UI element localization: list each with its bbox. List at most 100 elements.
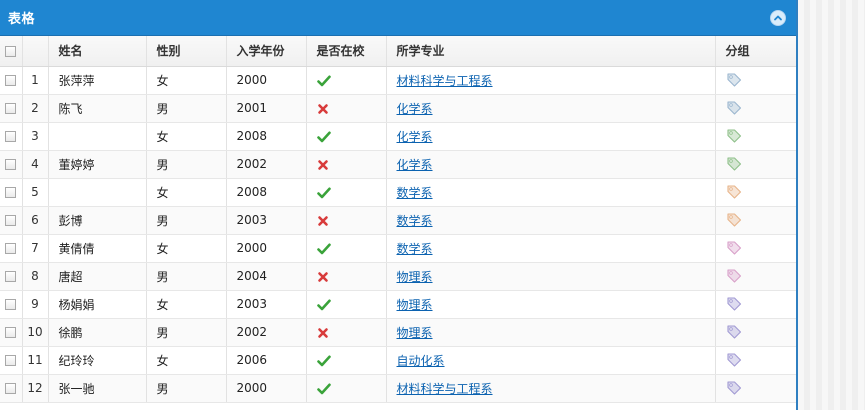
major-link[interactable]: 物理系 [397,270,433,284]
header-year[interactable]: 入学年份 [226,36,307,67]
rownum-header [22,36,49,67]
check-icon [316,75,331,87]
tag-icon[interactable] [726,240,742,256]
row-number: 9 [22,290,49,319]
tag-icon[interactable] [726,324,742,340]
row-select-cell[interactable] [0,234,23,263]
cell-name: 徐鹏 [48,318,147,347]
cell-name: 陈飞 [48,94,147,123]
major-link[interactable]: 数学系 [397,214,433,228]
row-number: 7 [22,234,49,263]
table-header-row: 姓名 性别 入学年份 是否在校 所学专业 分组 [0,36,796,67]
row-number: 4 [22,150,49,179]
row-select-cell[interactable] [0,150,23,179]
row-select-cell[interactable] [0,374,23,403]
cell-gender: 男 [146,262,227,291]
table-row[interactable]: 9 杨娟娟女 2003 物理系 [0,290,796,319]
row-select-cell[interactable] [0,318,23,347]
select-all-header[interactable] [0,36,23,67]
major-link[interactable]: 自动化系 [397,354,445,368]
row-checkbox[interactable] [5,215,17,226]
tag-icon[interactable] [726,296,742,312]
tag-icon[interactable] [726,212,742,228]
table-row[interactable]: 8 唐超男 2004 物理系 [0,262,796,291]
cell-in-school [306,122,387,151]
cell-group [715,374,796,403]
row-checkbox[interactable] [5,299,17,310]
major-link[interactable]: 材料科学与工程系 [397,382,493,396]
table-row[interactable]: 3 女 2008 化学系 [0,122,796,151]
cell-year: 2008 [226,178,307,207]
tag-icon[interactable] [726,72,742,88]
cell-name: 杨娟娟 [48,290,147,319]
major-link[interactable]: 材料科学与工程系 [397,74,493,88]
cell-in-school [306,262,387,291]
row-checkbox[interactable] [5,271,17,282]
cell-group [715,234,796,263]
row-select-cell[interactable] [0,122,23,151]
major-link[interactable]: 化学系 [397,158,433,172]
tag-icon[interactable] [726,380,742,396]
select-all-checkbox[interactable] [5,45,17,57]
major-link[interactable]: 物理系 [397,298,433,312]
row-select-cell[interactable] [0,178,23,207]
cell-year: 2000 [226,66,307,95]
row-select-cell[interactable] [0,290,23,319]
major-link[interactable]: 数学系 [397,242,433,256]
check-icon [316,187,331,199]
cell-in-school [306,178,387,207]
row-checkbox[interactable] [5,243,17,254]
cell-year: 2003 [226,206,307,235]
major-link[interactable]: 数学系 [397,186,433,200]
background-area [797,0,865,410]
table-row[interactable]: 11 纪玲玲女 2006 自动化系 [0,346,796,375]
row-select-cell[interactable] [0,346,23,375]
check-icon [316,131,331,143]
tag-icon[interactable] [726,184,742,200]
tag-icon[interactable] [726,268,742,284]
table-row[interactable]: 10 徐鹏男 2002 物理系 [0,318,796,347]
row-select-cell[interactable] [0,66,23,95]
table-row[interactable]: 6 彭博男 2003 数学系 [0,206,796,235]
row-checkbox[interactable] [5,187,17,198]
cell-group [715,66,796,95]
collapse-button[interactable] [770,9,786,26]
header-name[interactable]: 姓名 [48,36,147,67]
row-checkbox[interactable] [5,75,17,86]
row-select-cell[interactable] [0,206,23,235]
header-major[interactable]: 所学专业 [386,36,716,67]
header-in-school[interactable]: 是否在校 [306,36,387,67]
table-row[interactable]: 5 女 2008 数学系 [0,178,796,207]
cell-major: 材料科学与工程系 [386,66,716,95]
major-link[interactable]: 化学系 [397,102,433,116]
tag-icon[interactable] [726,100,742,116]
table-row[interactable]: 12 张一驰男 2000 材料科学与工程系 [0,374,796,403]
row-checkbox[interactable] [5,103,17,114]
cell-year: 2000 [226,374,307,403]
row-checkbox[interactable] [5,131,17,142]
major-link[interactable]: 物理系 [397,326,433,340]
table-row[interactable]: 2 陈飞男 2001 化学系 [0,94,796,123]
table-row[interactable]: 7 黄倩倩女 2000 数学系 [0,234,796,263]
table-row[interactable]: 4 董婷婷男 2002 化学系 [0,150,796,179]
row-select-cell[interactable] [0,94,23,123]
row-checkbox[interactable] [5,355,17,366]
row-checkbox[interactable] [5,327,17,338]
row-select-cell[interactable] [0,262,23,291]
cell-name: 彭博 [48,206,147,235]
tag-icon[interactable] [726,128,742,144]
cell-major: 化学系 [386,94,716,123]
check-icon [316,243,331,255]
check-icon [316,299,331,311]
cell-name: 黄倩倩 [48,234,147,263]
header-gender[interactable]: 性别 [146,36,227,67]
cell-gender: 男 [146,150,227,179]
tag-icon[interactable] [726,156,742,172]
row-number: 12 [22,374,49,403]
row-checkbox[interactable] [5,159,17,170]
major-link[interactable]: 化学系 [397,130,433,144]
row-checkbox[interactable] [5,383,17,394]
tag-icon[interactable] [726,352,742,368]
table-row[interactable]: 1 张萍萍女 2000 材料科学与工程系 [0,66,796,95]
header-group[interactable]: 分组 [715,36,796,67]
